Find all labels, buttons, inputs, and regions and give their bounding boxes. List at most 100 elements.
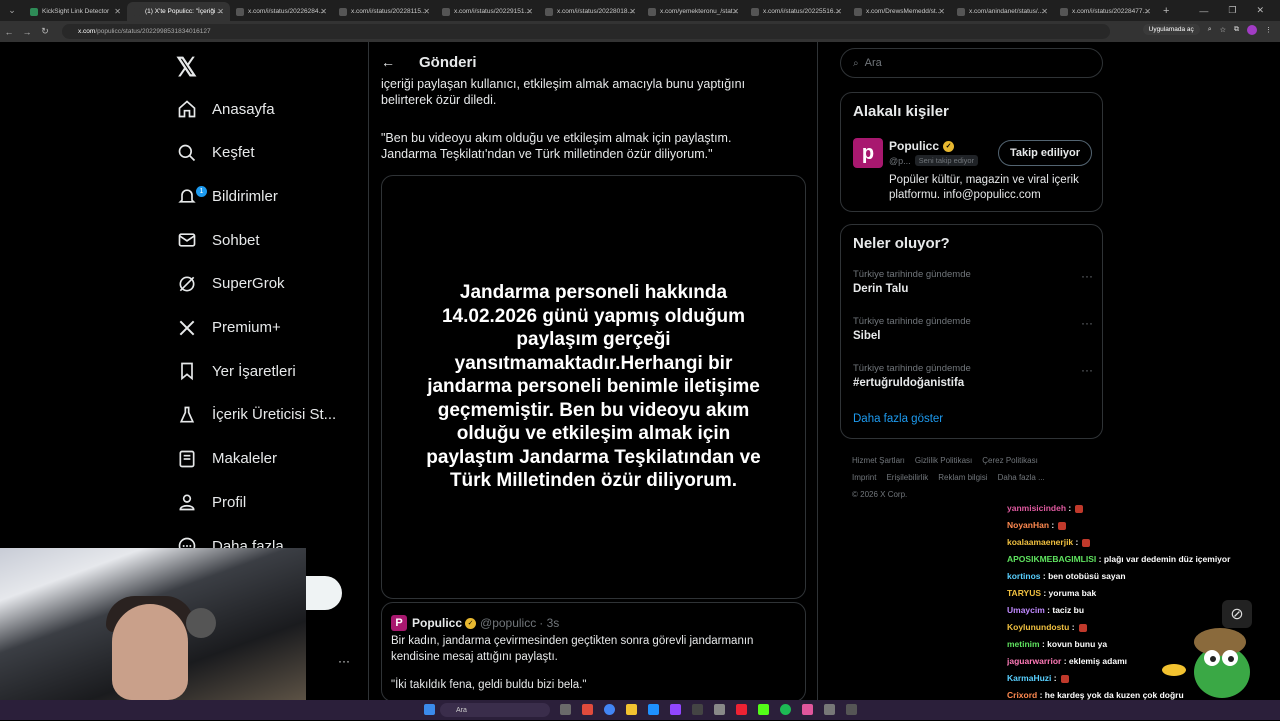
- quoted-post[interactable]: P Populicc ✓ @populicc · 3s Bir kadın, j…: [381, 602, 806, 702]
- browser-tab[interactable]: x.com/i/status/20228115... ✕: [333, 2, 436, 21]
- chat-username[interactable]: Koylunundostu: [1007, 622, 1069, 632]
- tab-close-icon[interactable]: ✕: [217, 7, 224, 16]
- browser-tab[interactable]: x.com/i/status/20229151... ✕: [436, 2, 539, 21]
- chat-username[interactable]: NoyanHan: [1007, 520, 1049, 530]
- sidebar-item[interactable]: Anasayfa: [176, 94, 275, 124]
- forward-nav-icon[interactable]: →: [18, 27, 36, 37]
- browser-tab[interactable]: x.com/i/status/20228477... ✕: [1054, 2, 1157, 21]
- tab-close-icon[interactable]: ✕: [114, 7, 121, 16]
- extensions-icon[interactable]: ⧉: [1234, 26, 1239, 34]
- sidebar-item[interactable]: Keşfet: [176, 138, 255, 168]
- twitch-icon[interactable]: [670, 704, 681, 715]
- close-window-icon[interactable]: ✕: [1256, 5, 1264, 16]
- app-icon[interactable]: [736, 704, 747, 715]
- profile-avatar[interactable]: [1247, 24, 1257, 35]
- quoted-author-name[interactable]: Populicc: [412, 616, 462, 630]
- populicc-avatar[interactable]: p: [853, 138, 883, 168]
- trend-item[interactable]: Türkiye tarihinde gündemde #ertuğruldoğan…: [853, 363, 1093, 389]
- browser-tab[interactable]: x.com/DrewsMemedd/st... ✕: [848, 2, 951, 21]
- reload-icon[interactable]: ↻: [36, 26, 54, 37]
- chat-username[interactable]: koalaamaenerjik: [1007, 537, 1073, 547]
- tab-close-icon[interactable]: ✕: [526, 7, 533, 16]
- footer-link[interactable]: Reklam bilgisi: [938, 473, 987, 482]
- tab-close-icon[interactable]: ✕: [423, 7, 430, 16]
- sidebar-item[interactable]: Yer İşaretleri: [176, 356, 296, 386]
- footer-link[interactable]: Erişilebilirlik: [886, 473, 928, 482]
- browser-tab[interactable]: (1) X'te Populicc: "İçeriği ... ✕: [127, 2, 230, 21]
- show-more-link[interactable]: Daha fazla göster: [853, 413, 943, 425]
- browser-tab[interactable]: x.com/i/status/20225516... ✕: [745, 2, 848, 21]
- chat-username[interactable]: jaguarwarrior: [1007, 656, 1061, 666]
- star-icon[interactable]: ☆: [1220, 26, 1226, 34]
- more-options-icon[interactable]: ···: [1081, 316, 1093, 330]
- sidebar-item[interactable]: SuperGrok: [176, 269, 285, 299]
- chat-username[interactable]: yanmisicindeh: [1007, 503, 1066, 513]
- app-icon[interactable]: [802, 704, 813, 715]
- footer-link[interactable]: Çerez Politikası: [982, 456, 1038, 465]
- more-options-icon[interactable]: ···: [1081, 363, 1093, 377]
- trend-item[interactable]: Türkiye tarihinde gündemde Derin Talu ···: [853, 269, 1093, 295]
- spotify-icon[interactable]: [780, 704, 791, 715]
- footer-link[interactable]: Daha fazla ...: [998, 473, 1045, 482]
- tab-close-icon[interactable]: ✕: [732, 7, 739, 16]
- trend-item[interactable]: Türkiye tarihinde gündemde Sibel ···: [853, 316, 1093, 342]
- footer-link[interactable]: Hizmet Şartları: [852, 456, 905, 465]
- chat-username[interactable]: metinim: [1007, 639, 1040, 649]
- sidebar-item[interactable]: İçerik Üreticisi St...: [176, 400, 336, 430]
- chat-username[interactable]: APOSIKMEBAGIMLISI: [1007, 554, 1096, 564]
- x-logo-icon[interactable]: 𝕏: [176, 52, 197, 83]
- back-arrow-icon[interactable]: ←: [381, 54, 395, 70]
- footer-link[interactable]: Gizlilik Politikası: [915, 456, 972, 465]
- browser-tab[interactable]: x.com/i/status/20226284... ✕: [230, 2, 333, 21]
- more-options-icon[interactable]: ···: [1081, 269, 1093, 283]
- tab-close-icon[interactable]: ✕: [938, 7, 945, 16]
- menu-dots-icon[interactable]: ⋮: [1265, 26, 1272, 34]
- chat-username[interactable]: KarmaHuzi: [1007, 673, 1051, 683]
- maximize-icon[interactable]: ❐: [1228, 5, 1236, 16]
- tab-close-icon[interactable]: ✕: [1144, 7, 1151, 16]
- zoom-icon[interactable]: ⌕: [1208, 26, 1212, 34]
- chat-username[interactable]: TARYUS: [1007, 588, 1041, 598]
- tab-close-icon[interactable]: ✕: [320, 7, 327, 16]
- search-input[interactable]: ⌕ Ara: [840, 48, 1103, 78]
- chrome-icon[interactable]: [604, 704, 615, 715]
- start-icon[interactable]: [424, 704, 435, 715]
- post-media-video[interactable]: Jandarma personeli hakkında 14.02.2026 g…: [381, 175, 806, 599]
- person-name[interactable]: Populicc ✓: [889, 139, 958, 153]
- chat-username[interactable]: Crixord: [1007, 690, 1037, 700]
- sidebar-item[interactable]: 1 Bildirimler: [176, 181, 278, 211]
- app-icon[interactable]: [582, 704, 593, 715]
- app-icon[interactable]: [714, 704, 725, 715]
- taskview-icon[interactable]: [560, 704, 571, 715]
- browser-tab[interactable]: x.com/anindanet/status/... ✕: [951, 2, 1054, 21]
- chat-username[interactable]: kortinos: [1007, 571, 1041, 581]
- footer-link[interactable]: Imprint: [852, 473, 876, 482]
- back-nav-icon[interactable]: ←: [0, 27, 18, 37]
- folder-icon[interactable]: [626, 704, 637, 715]
- browser-tab[interactable]: KickSight Link Detector ✕: [24, 2, 127, 21]
- tab-close-icon[interactable]: ✕: [835, 7, 842, 16]
- tab-close-icon[interactable]: ✕: [1041, 7, 1048, 16]
- tab-close-icon[interactable]: ✕: [629, 7, 636, 16]
- sidebar-item[interactable]: Makaleler: [176, 444, 277, 474]
- account-menu-icon[interactable]: ···: [338, 654, 350, 668]
- sidebar-item[interactable]: Premium+: [176, 313, 281, 343]
- sidebar-item[interactable]: Profil: [176, 487, 246, 517]
- browser-tab[interactable]: x.com/yemekteronu_/stat... ✕: [642, 2, 745, 21]
- browser-tab[interactable]: x.com/i/status/20228018... ✕: [539, 2, 642, 21]
- tab-search-icon[interactable]: ⌄: [0, 0, 24, 21]
- app-icon[interactable]: [846, 704, 857, 715]
- app-icon[interactable]: [824, 704, 835, 715]
- new-tab-button[interactable]: +: [1163, 5, 1169, 17]
- following-button[interactable]: Takip ediliyor: [998, 140, 1092, 166]
- kick-icon[interactable]: [758, 704, 769, 715]
- minimize-icon[interactable]: —: [1199, 6, 1208, 16]
- chat-username[interactable]: Umaycim: [1007, 605, 1045, 615]
- populicc-avatar[interactable]: P: [391, 615, 407, 631]
- url-bar[interactable]: x.com/populicc/status/202299853183401612…: [62, 24, 1110, 39]
- taskbar-search[interactable]: Ara: [440, 703, 550, 717]
- app-icon[interactable]: [692, 704, 703, 715]
- sidebar-item[interactable]: Sohbet: [176, 225, 260, 255]
- open-in-app-button[interactable]: Uygulamada aç: [1142, 24, 1200, 35]
- edge-icon[interactable]: [648, 704, 659, 715]
